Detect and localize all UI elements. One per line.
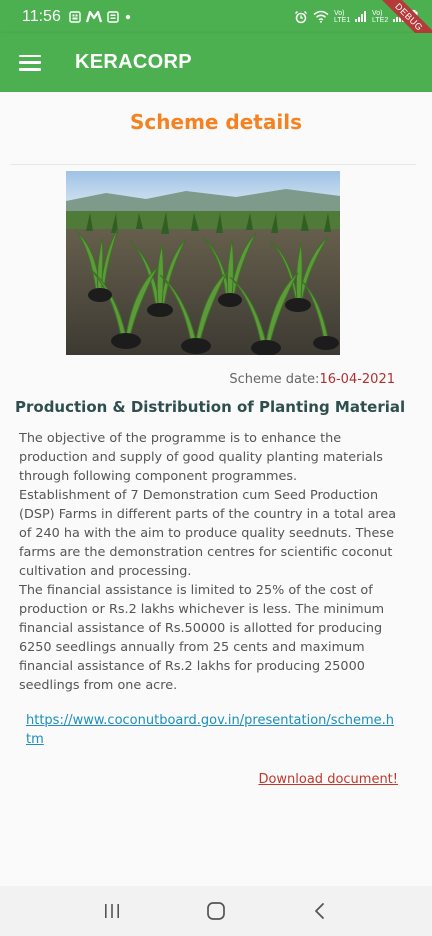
messenger-icon (85, 10, 102, 22)
scheme-details-page[interactable]: Scheme details Scheme date:16-04-2021 Pr… (0, 92, 432, 886)
recent-apps-button[interactable] (92, 891, 132, 931)
notification-icon (69, 10, 81, 23)
app-bar: KERACORP (0, 33, 432, 92)
wifi-icon (313, 10, 329, 23)
scheme-date-label: Scheme date: (229, 372, 320, 387)
recent-apps-icon (105, 904, 119, 918)
app-title: KERACORP (75, 51, 192, 73)
divider (10, 164, 416, 165)
scheme-description: The objective of the programme is to enh… (19, 431, 397, 693)
home-icon (207, 902, 225, 920)
scheme-title: Production & Distribution of Planting Ma… (15, 398, 406, 416)
status-bar: 11:56 Vo) LTE1 Vo) LTE2 DEBUG (0, 0, 432, 54)
scheme-link[interactable]: https://www.coconutboard.gov.in/presenta… (26, 711, 398, 749)
system-nav-bar (0, 886, 432, 936)
home-button[interactable] (196, 891, 236, 931)
scheme-date-value: 16-04-2021 (319, 372, 395, 387)
alarm-icon (294, 10, 308, 23)
back-button[interactable] (300, 891, 340, 931)
signal-lte1-icon (355, 11, 366, 22)
notification-icon (107, 10, 119, 23)
status-time: 11:56 (22, 7, 61, 25)
download-document-link[interactable]: Download document! (258, 772, 398, 787)
scheme-date: Scheme date:16-04-2021 (229, 372, 395, 387)
scheme-image (66, 171, 340, 355)
hamburger-menu-icon[interactable] (19, 54, 41, 71)
dot-icon (125, 14, 131, 19)
lte2-label: Vo) LTE2 (372, 9, 389, 24)
back-icon (315, 903, 324, 919)
status-left-icons (69, 10, 132, 23)
page-heading: Scheme details (130, 110, 302, 134)
lte1-label: Vo) LTE1 (334, 9, 351, 24)
